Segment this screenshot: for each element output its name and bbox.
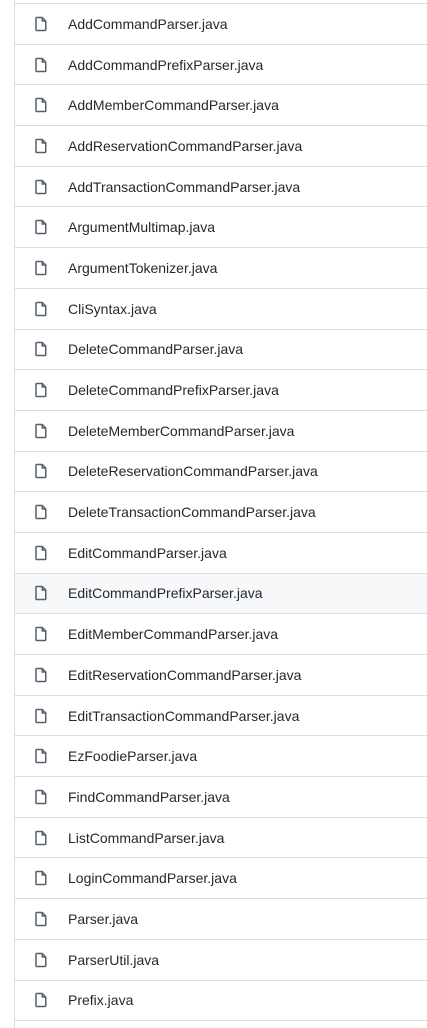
file-icon (33, 179, 49, 195)
file-icon (33, 911, 49, 927)
file-row-14[interactable]: EditCommandParser.java (15, 533, 427, 574)
file-name-link[interactable]: Prefix.java (68, 992, 133, 1008)
file-icon (33, 16, 49, 32)
file-name-link[interactable]: EditCommandPrefixParser.java (68, 585, 263, 601)
file-row-10[interactable]: DeleteCommandPrefixParser.java (15, 370, 427, 411)
file-icon (33, 301, 49, 317)
file-row-13[interactable]: DeleteTransactionCommandParser.java (15, 492, 427, 533)
file-name-link[interactable]: ArgumentTokenizer.java (68, 260, 217, 276)
file-row-4[interactable]: AddReservationCommandParser.java (15, 126, 427, 167)
file-icon (33, 789, 49, 805)
file-name-link[interactable]: EditCommandParser.java (68, 545, 227, 561)
file-icon (33, 585, 49, 601)
file-row-21[interactable]: ListCommandParser.java (15, 818, 427, 859)
file-row-17[interactable]: EditReservationCommandParser.java (15, 655, 427, 696)
file-name-link[interactable]: ArgumentMultimap.java (68, 219, 215, 235)
file-row-11[interactable]: DeleteMemberCommandParser.java (15, 411, 427, 452)
file-row-7[interactable]: ArgumentTokenizer.java (15, 248, 427, 289)
file-icon (33, 748, 49, 764)
file-rows: AddCommandParser.java AddCommandPrefixPa… (15, 4, 427, 1022)
file-row-8[interactable]: CliSyntax.java (15, 289, 427, 330)
file-row-16[interactable]: EditMemberCommandParser.java (15, 614, 427, 655)
file-name-link[interactable]: CliSyntax.java (68, 301, 157, 317)
file-row-22[interactable]: LoginCommandParser.java (15, 858, 427, 900)
file-row-5[interactable]: AddTransactionCommandParser.java (15, 167, 427, 208)
file-name-link[interactable]: EzFoodieParser.java (68, 748, 197, 764)
file-name-link[interactable]: DeleteMemberCommandParser.java (68, 423, 294, 439)
file-row-25[interactable]: Prefix.java (15, 981, 427, 1022)
file-name-link[interactable]: EditReservationCommandParser.java (68, 667, 301, 683)
file-icon (33, 97, 49, 113)
file-icon (33, 504, 49, 520)
file-row-1[interactable]: AddCommandParser.java (15, 4, 427, 45)
file-name-link[interactable]: LoginCommandParser.java (68, 870, 237, 886)
file-icon (33, 57, 49, 73)
file-row-6[interactable]: ArgumentMultimap.java (15, 207, 427, 249)
file-row-15[interactable]: EditCommandPrefixParser.java (15, 573, 427, 615)
file-row-2[interactable]: AddCommandPrefixParser.java (15, 45, 427, 86)
file-icon (33, 626, 49, 642)
file-name-link[interactable]: ParserUtil.java (68, 952, 159, 968)
file-list: AddCommandParser.java AddCommandPrefixPa… (14, 0, 427, 1028)
file-name-link[interactable]: FindCommandParser.java (68, 789, 230, 805)
file-name-link[interactable]: AddCommandPrefixParser.java (68, 57, 263, 73)
file-icon (33, 138, 49, 154)
file-name-link[interactable]: AddMemberCommandParser.java (68, 97, 279, 113)
file-icon (33, 423, 49, 439)
file-row-23[interactable]: Parser.java (15, 899, 427, 940)
file-name-link[interactable]: DeleteTransactionCommandParser.java (68, 504, 316, 520)
file-row-12[interactable]: DeleteReservationCommandParser.java (15, 452, 427, 493)
file-name-link[interactable]: AddTransactionCommandParser.java (68, 179, 300, 195)
file-name-link[interactable]: EditTransactionCommandParser.java (68, 708, 299, 724)
file-icon (33, 341, 49, 357)
file-name-link[interactable]: DeleteCommandParser.java (68, 341, 243, 357)
file-icon (33, 992, 49, 1008)
file-row-24[interactable]: ParserUtil.java (15, 940, 427, 981)
file-row-3[interactable]: AddMemberCommandParser.java (15, 85, 427, 127)
file-name-link[interactable]: DeleteCommandPrefixParser.java (68, 382, 279, 398)
file-icon (33, 830, 49, 846)
file-row-20[interactable]: FindCommandParser.java (15, 777, 427, 818)
file-icon (33, 708, 49, 724)
file-icon (33, 219, 49, 235)
file-icon (33, 952, 49, 968)
file-row-9[interactable]: DeleteCommandParser.java (15, 330, 427, 371)
file-icon (33, 463, 49, 479)
file-icon (33, 870, 49, 886)
file-icon (33, 667, 49, 683)
file-icon (33, 260, 49, 276)
file-name-link[interactable]: Parser.java (68, 911, 138, 927)
file-name-link[interactable]: AddCommandParser.java (68, 16, 228, 32)
file-name-link[interactable]: EditMemberCommandParser.java (68, 626, 278, 642)
file-row-18[interactable]: EditTransactionCommandParser.java (15, 696, 427, 737)
file-row-19[interactable]: EzFoodieParser.java (15, 736, 427, 778)
file-name-link[interactable]: AddReservationCommandParser.java (68, 138, 302, 154)
file-name-link[interactable]: ListCommandParser.java (68, 830, 224, 846)
file-name-link[interactable]: DeleteReservationCommandParser.java (68, 463, 318, 479)
file-icon (33, 545, 49, 561)
file-icon (33, 382, 49, 398)
